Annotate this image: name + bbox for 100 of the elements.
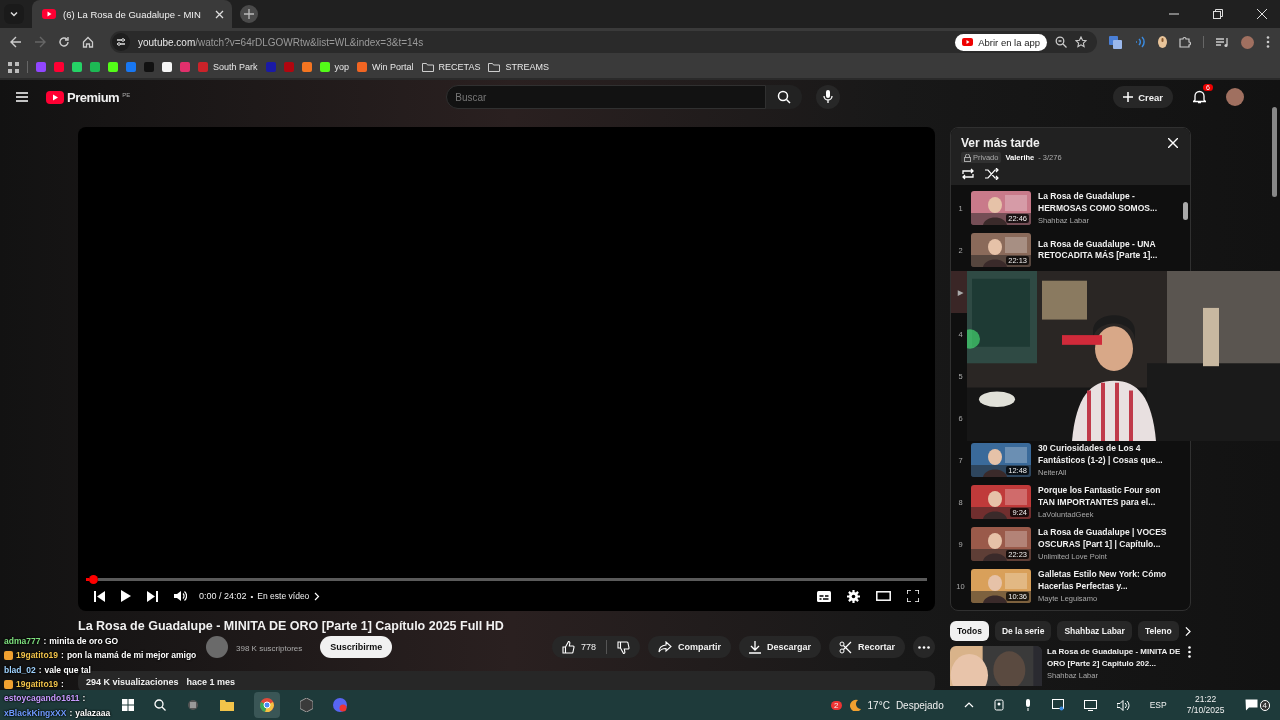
chat-app-icon[interactable] [333,698,347,712]
clock-time: 21:22 [1195,694,1217,705]
settings-icon[interactable] [847,589,860,603]
profile-avatar[interactable] [1241,35,1254,49]
search-icon [777,90,792,104]
reload-icon[interactable] [58,36,70,48]
address-bar[interactable]: youtube.com/watch?v=64rDLGOWRtw&list=WL&index=3&t=14s Abrir en la app [110,31,1097,53]
chevron-right-icon [314,591,321,601]
video-title: 30 Curiosidades de Los 4 Fantásticos (1-2) | Cosas que... [1038,443,1164,466]
signal-waves-icon[interactable] [1134,36,1146,48]
home-icon[interactable] [82,36,94,48]
volume-icon[interactable] [174,590,187,602]
search-field[interactable]: Buscar [446,85,767,109]
restore-icon[interactable] [1213,9,1223,19]
media-queue-icon[interactable] [1216,36,1229,48]
notification-center-icon[interactable] [1244,699,1258,711]
filter-chip[interactable]: Teleno [1137,621,1179,641]
bookmark-folder[interactable]: STREAMS [488,62,549,72]
video-title: Porque los Fantastic Four son TAN IMPORTANTES para el... [1038,485,1162,508]
temperature: 17°C [867,699,890,711]
chapter-link[interactable]: En este vídeo [257,591,321,601]
puzzle-icon[interactable] [1179,36,1191,48]
new-tab-button[interactable] [240,5,258,23]
create-button[interactable]: Crear [1113,86,1173,108]
like-button[interactable]: 778 [561,640,596,654]
clip-button[interactable]: Recortar [829,636,905,658]
scrollbar-thumb[interactable] [1183,202,1188,220]
subscribe-button[interactable]: Suscribirme [320,636,393,658]
filter-chip[interactable]: Todos [950,621,989,641]
bookmark[interactable]: Win Portal [357,62,414,72]
separator-dot: • [250,591,254,601]
display-icon[interactable] [1051,699,1064,711]
play-icon[interactable] [121,590,131,602]
microphone-icon[interactable] [1023,699,1032,711]
share-button[interactable]: Compartir [647,636,731,658]
scrubber-handle[interactable] [89,575,99,584]
next-icon[interactable] [147,590,158,602]
dislike-icon[interactable] [616,640,630,654]
translate-icon[interactable] [1109,35,1122,49]
shuffle-icon[interactable] [985,168,999,180]
browser-tab[interactable]: (6) La Rosa de Guadalupe - MIN [32,0,232,28]
close-icon[interactable] [215,9,224,19]
bookmark[interactable]: yop [319,62,350,72]
more-icon[interactable] [1188,646,1191,658]
url-text: youtube.com/watch?v=64rDLGOWRtw&list=WL&index=3&t=14s [138,36,424,48]
voice-search-button[interactable] [816,85,841,109]
video-player[interactable]: 0:00 / 24:02 • En este vídeo [78,127,935,611]
notification-count: 4 [1259,700,1270,711]
folder-icon[interactable] [220,699,234,711]
chevron-up-icon[interactable] [963,702,974,708]
account-avatar[interactable] [1226,88,1244,106]
loop-icon[interactable] [961,168,975,180]
clock-date: 7/10/2025 [1186,705,1225,716]
filter-chip[interactable]: De la serie [994,621,1052,641]
site-settings-icon[interactable] [112,33,130,51]
bookmark[interactable]: South Park [198,62,258,72]
apps-grid-icon[interactable] [8,61,19,73]
video-title: La Rosa de Guadalupe - HERMOSAS COMO SOMOS... [1038,191,1159,214]
clock[interactable]: 21:22 7/10/2025 [1186,694,1225,716]
microphone-icon [823,90,834,104]
close-icon[interactable] [1257,9,1267,19]
moon-icon [847,699,862,711]
youtube-premium-logo[interactable]: Premium $^{PE}$ [46,89,131,105]
filter-chip[interactable]: Shahbaz Labar [1057,621,1132,641]
video-title: La Rosa de Guadalupe - UNA RETOCADITA MÁS [Parte 1]... [1038,238,1159,262]
notifications-icon[interactable] [1193,90,1206,104]
back-icon[interactable] [10,36,22,48]
speaker-icon[interactable] [1116,699,1130,711]
subtitles-icon[interactable] [817,590,831,602]
tab-search-button[interactable] [4,4,24,24]
progress-bar[interactable] [86,575,927,584]
channel-avatar[interactable] [206,636,228,658]
network-icon[interactable] [1083,699,1097,711]
weather-widget[interactable]: 2 17°C Despejado [831,699,944,711]
previous-icon[interactable] [94,590,105,602]
more-button[interactable] [913,636,935,658]
playlist-title: Ver más tarde [961,136,1040,150]
download-button[interactable]: Descargar [738,636,821,658]
chevron-right-icon[interactable] [1184,625,1191,637]
search-button[interactable] [766,85,803,109]
share-icon [657,641,672,653]
video-play-icon [46,90,64,104]
upload-age: hace 1 mes [186,677,236,687]
fullscreen-icon[interactable] [907,590,919,602]
chat-message: 19gatito19 : [0,676,64,692]
language-indicator[interactable]: ESP [1149,700,1167,710]
zoom-icon[interactable] [1055,36,1067,48]
search-icon[interactable] [154,699,166,711]
scrollbar-thumb[interactable] [1272,107,1277,197]
menu-icon[interactable] [1266,36,1270,48]
bookmark-icon[interactable] [301,62,312,72]
bookmark-folder[interactable]: RECETAS [421,62,481,72]
browser-app-button[interactable] [254,692,280,718]
open-in-app-button[interactable]: Abrir en la app [955,33,1047,51]
menu-icon[interactable] [16,92,28,102]
theater-mode-icon[interactable] [876,591,891,601]
star-icon[interactable] [1075,36,1087,48]
windows-start-icon[interactable] [122,699,134,711]
hexagon-app-icon[interactable] [300,698,313,712]
camera-icon[interactable] [993,699,1004,711]
